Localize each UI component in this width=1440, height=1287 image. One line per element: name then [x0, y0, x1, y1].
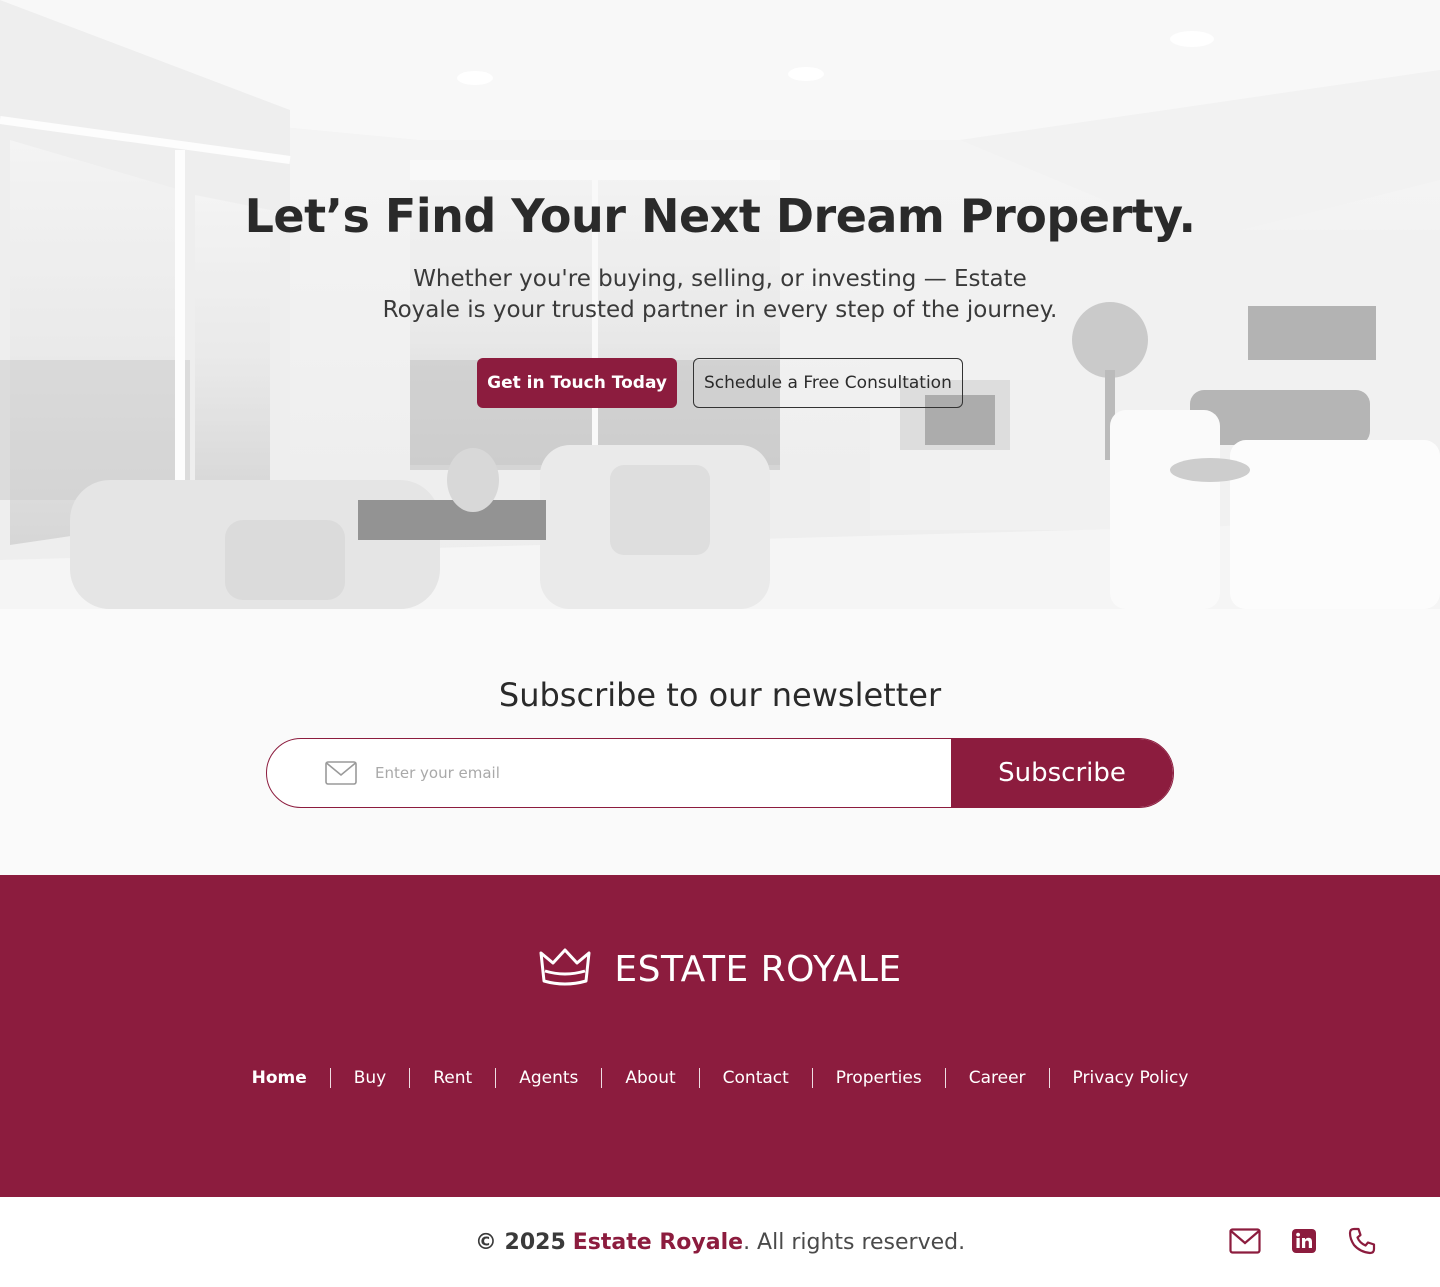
footer-brand[interactable]: ESTATE ROYALE	[0, 947, 1440, 991]
crown-icon	[538, 947, 592, 991]
hero-subtitle: Whether you're buying, selling, or inves…	[382, 266, 1058, 323]
linkedin-icon[interactable]	[1291, 1228, 1317, 1254]
newsletter-section: Subscribe to our newsletter Subscribe	[0, 609, 1440, 875]
footer-nav-about[interactable]: About	[601, 1068, 698, 1088]
hero-content: Let’s Find Your Next Dream Property. Whe…	[0, 188, 1440, 408]
email-input[interactable]	[375, 739, 951, 807]
hero-title: Let’s Find Your Next Dream Property.	[244, 189, 1196, 243]
bottom-bar: © 2025 Estate Royale. All rights reserve…	[0, 1197, 1440, 1287]
newsletter-title: Subscribe to our newsletter	[498, 676, 942, 714]
schedule-consultation-button[interactable]: Schedule a Free Consultation	[692, 358, 963, 408]
mail-icon	[325, 761, 357, 785]
subscribe-button[interactable]: Subscribe	[951, 739, 1173, 807]
footer-nav-privacy-policy[interactable]: Privacy Policy	[1048, 1068, 1212, 1088]
footer-nav-career[interactable]: Career	[944, 1068, 1049, 1088]
social-links	[1229, 1226, 1377, 1256]
footer: ESTATE ROYALE Home Buy Rent Agents About…	[0, 875, 1440, 1197]
copyright-text: . All rights reserved.	[743, 1230, 966, 1255]
footer-nav: Home Buy Rent Agents About Contact Prope…	[0, 1068, 1440, 1088]
footer-nav-home[interactable]: Home	[229, 1068, 330, 1088]
phone-icon[interactable]	[1347, 1226, 1377, 1256]
hero-actions: Get in Touch Today Schedule a Free Consu…	[477, 358, 963, 408]
footer-nav-contact[interactable]: Contact	[698, 1068, 812, 1088]
hero-section: Let’s Find Your Next Dream Property. Whe…	[0, 0, 1440, 609]
footer-nav-agents[interactable]: Agents	[495, 1068, 601, 1088]
brand-name: ESTATE ROYALE	[614, 948, 902, 990]
footer-nav-rent[interactable]: Rent	[409, 1068, 495, 1088]
copyright-brand: Estate Royale	[572, 1230, 744, 1255]
mail-icon[interactable]	[1229, 1228, 1261, 1254]
copyright-year: © 2025	[474, 1230, 566, 1255]
copyright: © 2025 Estate Royale. All rights reserve…	[0, 1230, 1440, 1255]
newsletter-form: Subscribe	[266, 738, 1174, 808]
get-in-touch-button[interactable]: Get in Touch Today	[477, 358, 677, 408]
footer-nav-properties[interactable]: Properties	[811, 1068, 945, 1088]
footer-nav-buy[interactable]: Buy	[329, 1068, 410, 1088]
